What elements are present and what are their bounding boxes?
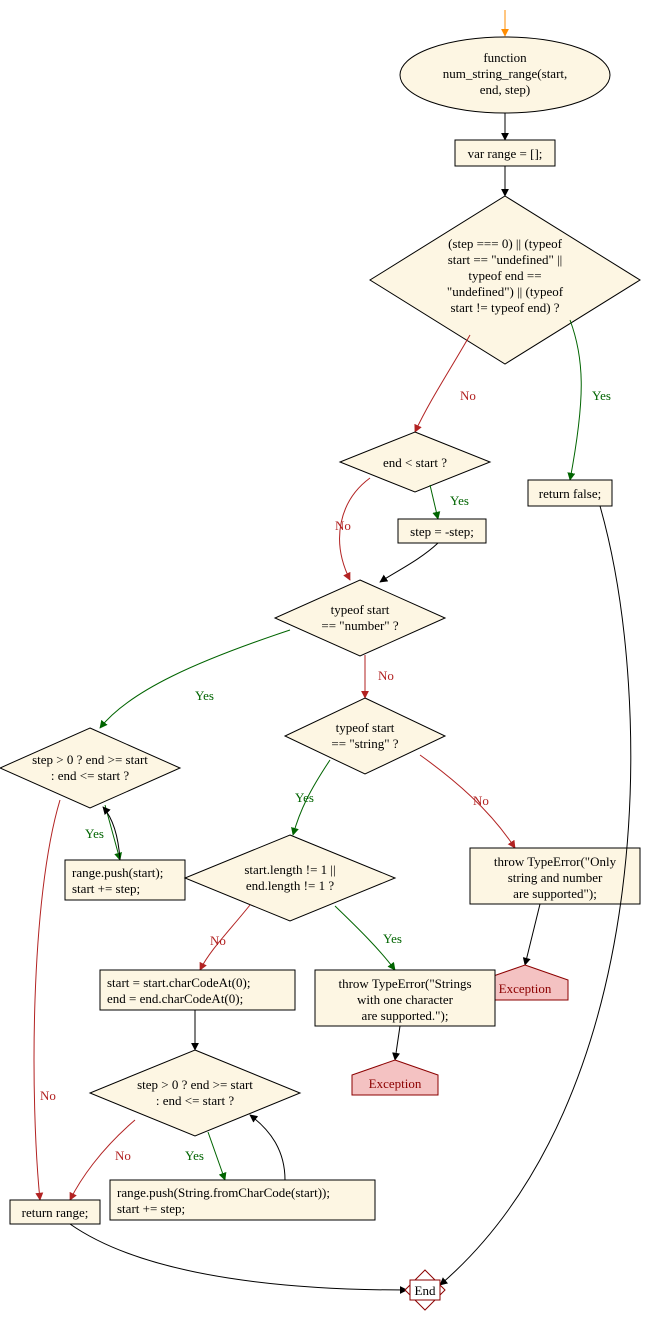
- node-text: End: [415, 1283, 436, 1298]
- node-text: start += step;: [117, 1201, 185, 1216]
- node-validate-args: (step === 0) || (typeof start == "undefi…: [370, 196, 640, 364]
- node-text: end, step): [480, 82, 531, 97]
- node-text: == "number" ?: [321, 618, 398, 633]
- node-text: function: [483, 50, 527, 65]
- node-text: typeof start: [331, 602, 390, 617]
- node-loop-string: step > 0 ? end >= start : end <= start ?: [90, 1050, 300, 1136]
- node-function-terminal: function num_string_range(start, end, st…: [400, 37, 610, 113]
- node-text: Exception: [369, 1076, 422, 1091]
- node-end-lt-start: end < start ?: [340, 432, 490, 492]
- node-loop-number: step > 0 ? end >= start : end <= start ?: [0, 728, 180, 808]
- node-return-false: return false;: [528, 480, 612, 506]
- node-end: End: [405, 1270, 445, 1310]
- edge-label-yes: Yes: [450, 493, 469, 508]
- node-text: num_string_range(start,: [443, 66, 568, 81]
- node-var-range: var range = [];: [455, 140, 555, 166]
- node-typeof-string: typeof start == "string" ?: [285, 698, 445, 774]
- node-text: return range;: [22, 1205, 89, 1220]
- node-throw-type-error-1: throw TypeError("Only string and number …: [470, 848, 640, 904]
- node-text: throw TypeError("Only: [494, 854, 617, 869]
- node-text: step > 0 ? end >= start: [32, 752, 148, 767]
- edge-label-yes: Yes: [85, 826, 104, 841]
- node-text: end.length != 1 ?: [246, 878, 334, 893]
- node-text: typeof end ==: [468, 268, 541, 283]
- node-text: == "string" ?: [331, 736, 398, 751]
- edge-label-yes: Yes: [185, 1148, 204, 1163]
- node-throw-type-error-2: throw TypeError("Strings with one charac…: [315, 970, 495, 1026]
- edge-label-no: No: [115, 1148, 131, 1163]
- node-text: typeof start: [336, 720, 395, 735]
- node-body-string: range.push(String.fromCharCode(start)); …: [110, 1180, 375, 1220]
- node-text: are supported.");: [362, 1008, 449, 1023]
- node-text: Exception: [499, 981, 552, 996]
- node-text: start != typeof end) ?: [450, 300, 559, 315]
- node-text: start = start.charCodeAt(0);: [107, 975, 250, 990]
- edge-label-no: No: [460, 388, 476, 403]
- node-length-check: start.length != 1 || end.length != 1 ?: [185, 835, 395, 921]
- node-text: step > 0 ? end >= start: [137, 1077, 253, 1092]
- node-text: range.push(String.fromCharCode(start));: [117, 1185, 330, 1200]
- node-text: : end <= start ?: [156, 1093, 234, 1108]
- node-text: : end <= start ?: [51, 768, 129, 783]
- edge-label-yes: Yes: [295, 790, 314, 805]
- node-text: var range = [];: [468, 146, 543, 161]
- node-text: start == "undefined" ||: [448, 252, 563, 267]
- node-negate-step: step = -step;: [398, 519, 486, 543]
- node-text: end = end.charCodeAt(0);: [107, 991, 243, 1006]
- node-text: return false;: [539, 486, 601, 501]
- node-text: string and number: [508, 870, 603, 885]
- node-exception-2: Exception: [352, 1060, 438, 1095]
- node-char-code-at: start = start.charCodeAt(0); end = end.c…: [100, 970, 295, 1010]
- node-text: end < start ?: [383, 455, 447, 470]
- node-text: are supported");: [513, 886, 597, 901]
- edge-label-no: No: [40, 1088, 56, 1103]
- node-text: (step === 0) || (typeof: [448, 236, 563, 251]
- edge-label-no: No: [210, 933, 226, 948]
- edge-label-yes: Yes: [592, 388, 611, 403]
- edge-label-yes: Yes: [195, 688, 214, 703]
- edge-label-no: No: [473, 793, 489, 808]
- node-text: start.length != 1 ||: [244, 862, 335, 877]
- node-return-range: return range;: [10, 1200, 100, 1224]
- node-body-number: range.push(start); start += step;: [65, 860, 185, 900]
- node-text: with one character: [357, 992, 454, 1007]
- node-typeof-number: typeof start == "number" ?: [275, 580, 445, 656]
- node-text: throw TypeError("Strings: [338, 976, 471, 991]
- edge-label-no: No: [335, 518, 351, 533]
- node-text: range.push(start);: [72, 865, 163, 880]
- edge-label-yes: Yes: [383, 931, 402, 946]
- node-text: step = -step;: [410, 524, 474, 539]
- edge-label-no: No: [378, 668, 394, 683]
- node-text: start += step;: [72, 881, 140, 896]
- flowchart-canvas: function num_string_range(start, end, st…: [0, 0, 664, 1329]
- node-text: "undefined") || (typeof: [447, 284, 564, 299]
